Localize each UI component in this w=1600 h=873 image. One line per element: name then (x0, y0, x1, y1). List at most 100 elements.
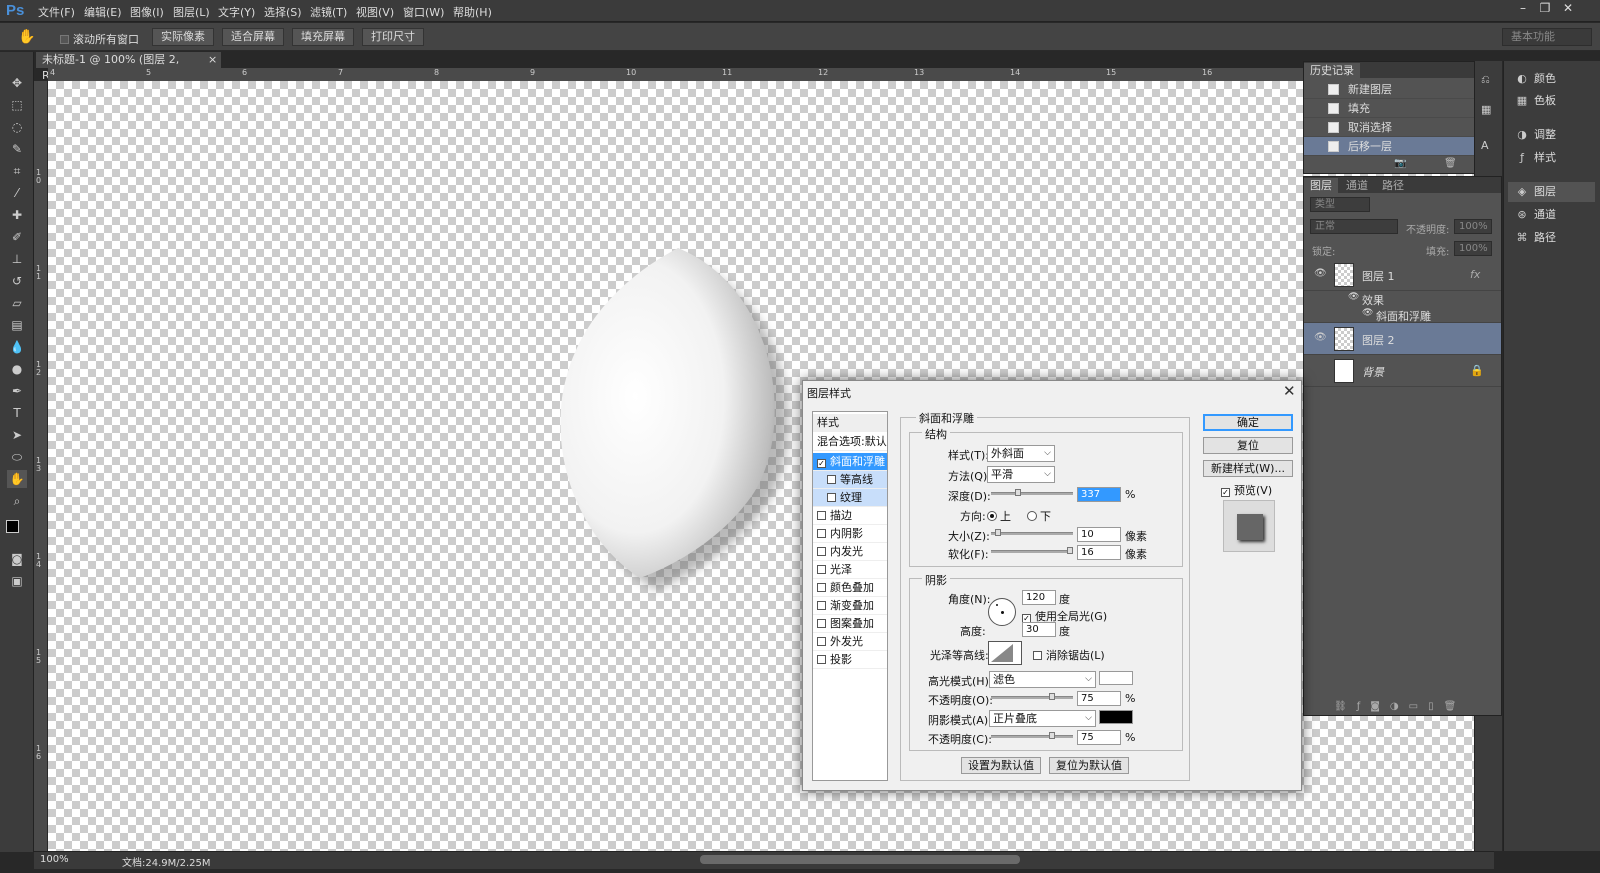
adjustments-panel-button[interactable]: ◑ 调整 (1514, 125, 1556, 145)
opacity-input[interactable]: 100% (1454, 219, 1492, 234)
layer-actions-icons[interactable]: ⛓ƒ◙◑▭▯🗑 (1334, 701, 1466, 712)
checkbox[interactable] (817, 583, 826, 592)
shape-tool-icon[interactable]: ⬭ (7, 448, 27, 466)
checkbox[interactable] (827, 475, 836, 484)
eye-icon[interactable]: 👁 (1362, 308, 1373, 318)
checkbox-checked[interactable]: ✓ (1221, 488, 1230, 497)
style-contour[interactable]: 等高线 (813, 471, 887, 489)
checkbox-checked[interactable]: ✓ (817, 459, 826, 468)
character-panel-icon[interactable]: A (1481, 139, 1489, 152)
style-texture[interactable]: 纹理 (813, 489, 887, 507)
document-tab[interactable]: 未标题-1 @ 100% (图层 2, RGB/8) *× (36, 52, 221, 82)
lasso-tool-icon[interactable]: ◌ (7, 118, 27, 136)
restore-button[interactable]: ❐ (1536, 1, 1554, 17)
depth-slider-knob[interactable] (1015, 489, 1021, 496)
checkbox[interactable] (817, 619, 826, 628)
gloss-contour-picker[interactable] (988, 641, 1022, 665)
make-default-button[interactable]: 设置为默认值 (961, 757, 1041, 774)
type-tool-icon[interactable]: T (7, 404, 27, 422)
fill-screen-button[interactable]: 填充屏幕 (292, 28, 354, 46)
marquee-tool-icon[interactable]: ⬚ (7, 96, 27, 114)
menu-filter[interactable]: 滤镜(T) (310, 4, 347, 20)
history-brush-tool-icon[interactable]: ↺ (7, 272, 27, 290)
size-slider[interactable] (991, 532, 1073, 535)
reset-button[interactable]: 复位 (1203, 437, 1293, 454)
style-blend-options[interactable]: 混合选项:默认 (813, 433, 887, 451)
channels-panel-button[interactable]: ⊛ 通道 (1514, 205, 1556, 225)
style-pattern-overlay[interactable]: 图案叠加 (813, 615, 887, 633)
blend-mode-select[interactable]: 正常 (1310, 219, 1398, 234)
menu-help[interactable]: 帮助(H) (453, 4, 492, 20)
styles-panel-button[interactable]: ƒ 样式 (1514, 148, 1556, 168)
style-list-header[interactable]: 样式 (813, 414, 887, 432)
screen-mode-icon[interactable]: ▣ (7, 572, 27, 590)
layer-name[interactable]: 图层 1 (1362, 268, 1395, 284)
style-outer-glow[interactable]: 外发光 (813, 633, 887, 651)
soften-input[interactable]: 16 (1077, 545, 1121, 560)
history-item[interactable]: 取消选择 (1304, 118, 1494, 137)
shadow-opacity-input[interactable]: 75 (1077, 730, 1121, 745)
horizontal-scrollbar[interactable] (700, 855, 1020, 864)
tab-channels[interactable]: 通道 (1340, 178, 1374, 193)
color-panel-button[interactable]: ◐ 颜色 (1514, 69, 1556, 89)
checkbox[interactable] (817, 565, 826, 574)
eyedropper-tool-icon[interactable]: ⁄ (7, 184, 27, 202)
checkbox[interactable] (817, 637, 826, 646)
gradient-tool-icon[interactable]: ▤ (7, 316, 27, 334)
checkbox[interactable] (817, 655, 826, 664)
menu-layer[interactable]: 图层(L) (173, 4, 210, 20)
path-select-tool-icon[interactable]: ➤ (7, 426, 27, 444)
style-inner-glow[interactable]: 内发光 (813, 543, 887, 561)
layer-kind-filter[interactable]: 类型 (1310, 197, 1370, 212)
close-button[interactable]: ✕ (1559, 1, 1577, 17)
zoom-level[interactable]: 100% (40, 854, 69, 865)
pen-tool-icon[interactable]: ✒ (7, 382, 27, 400)
stamp-tool-icon[interactable]: ⊥ (7, 250, 27, 268)
crop-tool-icon[interactable]: ⌗ (7, 162, 27, 180)
style-gradient-overlay[interactable]: 渐变叠加 (813, 597, 887, 615)
direction-down-radio[interactable]: 下 (1027, 508, 1051, 524)
history-item[interactable]: 后移一层 (1304, 137, 1494, 156)
checkbox[interactable] (817, 529, 826, 538)
eye-icon[interactable]: 👁 (1314, 268, 1327, 279)
ok-button[interactable]: 确定 (1203, 414, 1293, 431)
print-size-button[interactable]: 打印尺寸 (362, 28, 424, 46)
depth-input[interactable]: 337 (1077, 487, 1121, 502)
anti-alias-checkbox[interactable]: 消除锯齿(L) (1033, 647, 1105, 663)
workspace-select[interactable]: 基本功能 (1502, 28, 1592, 46)
menu-select[interactable]: 选择(S) (264, 4, 302, 20)
fx-badge[interactable]: fx (1470, 268, 1480, 281)
hand-tool-icon[interactable]: ✋ (18, 29, 35, 45)
menu-view[interactable]: 视图(V) (356, 4, 394, 20)
shadow-opacity-knob[interactable] (1049, 732, 1055, 739)
new-style-button[interactable]: 新建样式(W)... (1203, 460, 1293, 477)
close-icon[interactable]: ✕ (1283, 382, 1296, 400)
document-info[interactable]: 文档:24.9M/2.25M (122, 854, 211, 869)
menu-edit[interactable]: 编辑(E) (84, 4, 122, 20)
close-doc-icon[interactable]: × (208, 52, 217, 68)
direction-up-radio[interactable]: 上 (987, 508, 1011, 524)
checkbox[interactable] (827, 493, 836, 502)
size-input[interactable]: 10 (1077, 527, 1121, 542)
layer-name[interactable]: 背景 (1362, 364, 1384, 380)
layer-row[interactable]: 👁 图层 1 fx (1304, 259, 1501, 291)
altitude-input[interactable]: 30 (1022, 622, 1056, 637)
highlight-opacity-input[interactable]: 75 (1077, 691, 1121, 706)
zoom-tool-icon[interactable]: ⌕ (7, 492, 27, 510)
style-color-overlay[interactable]: 颜色叠加 (813, 579, 887, 597)
dodge-tool-icon[interactable]: ● (7, 360, 27, 378)
style-inner-shadow[interactable]: 内阴影 (813, 525, 887, 543)
depth-slider[interactable] (991, 492, 1073, 495)
effects-row[interactable]: 👁 效果 (1304, 292, 1501, 307)
highlight-opacity-knob[interactable] (1049, 693, 1055, 700)
style-drop-shadow[interactable]: 投影 (813, 651, 887, 669)
style-stroke[interactable]: 描边 (813, 507, 887, 525)
healing-tool-icon[interactable]: ✚ (7, 206, 27, 224)
fill-input[interactable]: 100% (1454, 241, 1492, 256)
minimize-button[interactable]: – (1514, 1, 1532, 17)
quick-select-tool-icon[interactable]: ✎ (7, 140, 27, 158)
checkbox[interactable] (1033, 651, 1042, 660)
bevel-style-select[interactable]: 外斜面 (987, 445, 1055, 462)
move-tool-icon[interactable]: ✥ (7, 74, 27, 92)
radio[interactable] (1027, 511, 1037, 521)
